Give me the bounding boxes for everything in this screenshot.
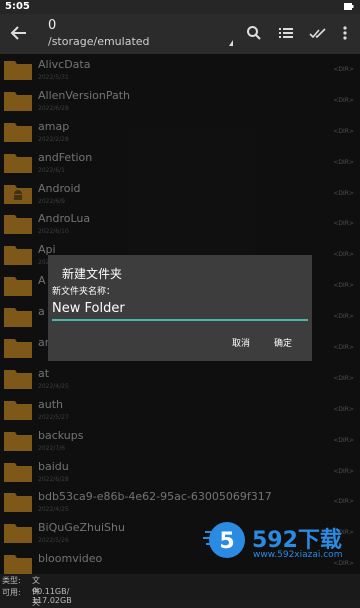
watermark: 5 592下载 www.592xiazai.com bbox=[195, 510, 355, 576]
available-value: 90.11GB/ 117.02GB bbox=[32, 587, 72, 605]
new-folder-dialog: 新建文件夹 新文件夹名称： 取消 确定 bbox=[48, 255, 312, 361]
type-label: 类型: bbox=[2, 576, 21, 585]
status-bar: 5:05 bbox=[0, 0, 360, 14]
watermark-url: www.592xiazai.com bbox=[253, 550, 343, 560]
watermark-logo-icon: 5 bbox=[203, 522, 245, 558]
back-arrow-icon[interactable] bbox=[8, 22, 30, 44]
status-time: 5:05 bbox=[5, 1, 30, 12]
toolbar: 0 /storage/emulated bbox=[0, 14, 360, 54]
watermark-logo-char: 5 bbox=[219, 529, 234, 554]
folder-name-input[interactable] bbox=[52, 297, 308, 321]
ok-button[interactable]: 确定 bbox=[274, 336, 292, 349]
system-status-icons bbox=[344, 3, 354, 10]
folder-name-label: 新文件夹名称： bbox=[52, 287, 116, 297]
list-view-icon[interactable] bbox=[277, 24, 295, 42]
more-vert-icon[interactable] bbox=[336, 24, 354, 42]
footer-info: 类型: 文件夹 可用: 90.11GB/ 117.02GB bbox=[0, 574, 360, 607]
available-label: 可用: bbox=[2, 588, 21, 597]
current-path: /storage/emulated bbox=[48, 35, 150, 48]
search-icon[interactable] bbox=[245, 24, 263, 42]
check-all-icon[interactable] bbox=[309, 24, 327, 42]
toolbar-title: 0 bbox=[48, 18, 57, 33]
cancel-button[interactable]: 取消 bbox=[232, 336, 250, 349]
path-dropdown-icon[interactable] bbox=[229, 40, 233, 46]
dialog-title: 新建文件夹 bbox=[62, 267, 123, 281]
